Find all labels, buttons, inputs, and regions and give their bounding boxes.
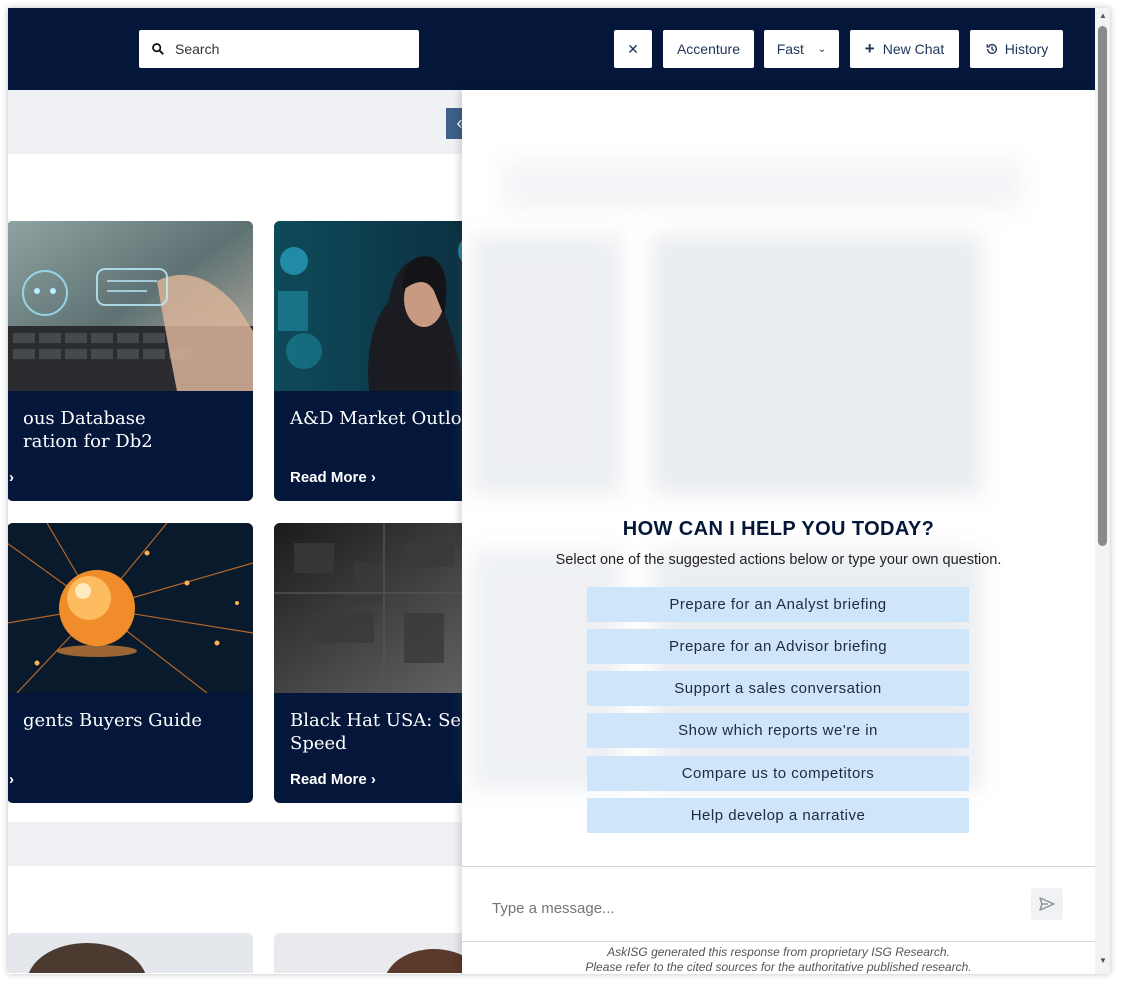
mode-label: Fast: [776, 41, 804, 57]
card-image: [8, 221, 253, 391]
card-title: ous Database ration for Db2: [23, 408, 153, 452]
scroll-thumb[interactable]: [1098, 26, 1107, 546]
search-placeholder: Search: [175, 41, 220, 57]
suggestion-advisor-briefing[interactable]: Prepare for an Advisor briefing: [587, 629, 969, 664]
chat-greeting: HOW CAN I HELP YOU TODAY?: [622, 518, 935, 540]
new-chat-button[interactable]: + New Chat: [850, 30, 959, 68]
chevron-down-icon: ⌄: [817, 43, 827, 55]
send-button[interactable]: [1031, 888, 1063, 920]
send-icon: [1039, 897, 1055, 911]
suggestion-analyst-briefing[interactable]: Prepare for an Analyst briefing: [587, 587, 969, 622]
history-icon: [986, 43, 997, 54]
footer-divider: [462, 941, 1095, 942]
card-title: gents Buyers Guide: [23, 710, 203, 731]
disclaimer-line-1: AskISG generated this response from prop…: [607, 945, 950, 959]
plus-icon: +: [864, 39, 875, 58]
disclaimer-line-2: Please refer to the cited sources for th…: [585, 960, 972, 974]
person-card-image: [8, 933, 253, 973]
chat-panel: HOW CAN I HELP YOU TODAY? Select one of …: [462, 90, 1095, 974]
message-input[interactable]: [492, 900, 972, 917]
suggestion-compare-competitors[interactable]: Compare us to competitors: [587, 756, 969, 791]
read-more-link[interactable]: ›: [9, 469, 14, 486]
read-more-link[interactable]: ›: [9, 771, 14, 788]
disclaimer: AskISG generated this response from prop…: [462, 945, 1095, 974]
read-more-link[interactable]: Read More ›: [290, 469, 376, 486]
suggestion-narrative[interactable]: Help develop a narrative: [587, 798, 969, 833]
article-card[interactable]: gents Buyers Guide ›: [8, 523, 253, 803]
composer-divider: [462, 866, 1095, 867]
new-chat-label: New Chat: [882, 41, 945, 57]
search-icon: [152, 43, 164, 55]
browser-viewport: Search ✕ Accenture Fast ⌄ + New Chat His…: [8, 8, 1110, 974]
history-label: History: [1004, 41, 1049, 57]
close-button[interactable]: ✕: [614, 30, 652, 68]
history-button[interactable]: History: [970, 30, 1063, 68]
article-card[interactable]: ous Database ration for Db2 ›: [8, 221, 253, 501]
suggestion-reports[interactable]: Show which reports we're in: [587, 713, 969, 748]
mode-dropdown[interactable]: Fast ⌄: [764, 30, 839, 68]
suggestion-sales-conversation[interactable]: Support a sales conversation: [587, 671, 969, 706]
card-image: [8, 523, 253, 693]
chat-subtitle: Select one of the suggested actions belo…: [555, 552, 1002, 568]
scroll-up-arrow-icon[interactable]: ▲: [1099, 11, 1107, 20]
top-bar: Search ✕ Accenture Fast ⌄ + New Chat His…: [8, 8, 1095, 90]
vertical-scrollbar[interactable]: ▲ ▼: [1095, 8, 1110, 974]
company-label: Accenture: [676, 41, 741, 57]
close-icon: ✕: [627, 40, 639, 57]
search-box[interactable]: Search: [139, 30, 419, 68]
company-button[interactable]: Accenture: [663, 30, 754, 68]
read-more-link[interactable]: Read More ›: [290, 771, 376, 788]
scroll-down-arrow-icon[interactable]: ▼: [1099, 956, 1107, 965]
